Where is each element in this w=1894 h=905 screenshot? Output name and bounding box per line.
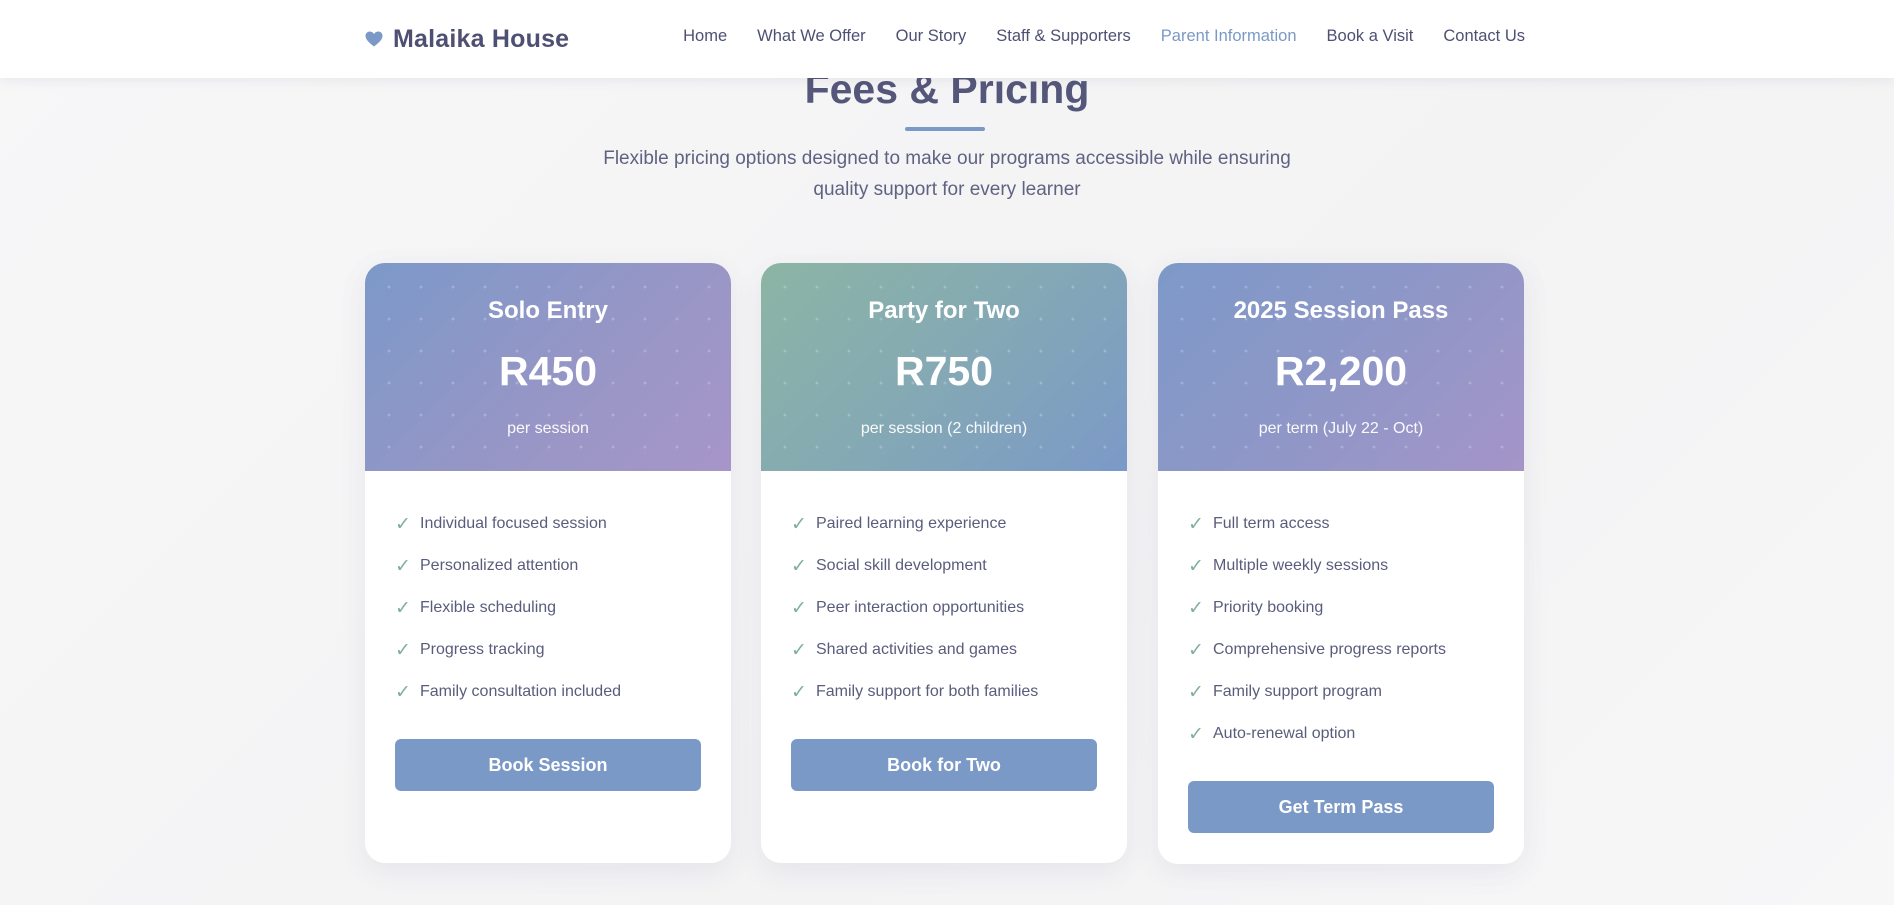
check-icon: ✓	[1188, 723, 1204, 745]
feature-text: Auto-renewal option	[1213, 725, 1356, 742]
feature-item: ✓ Peer interaction opportunities	[791, 587, 1107, 629]
feature-text: Personalized attention	[420, 557, 579, 574]
feature-text: Flexible scheduling	[420, 599, 557, 616]
feature-item: ✓ Individual focused session	[395, 503, 711, 545]
check-icon: ✓	[1188, 639, 1204, 661]
feature-item: ✓ Multiple weekly sessions	[1188, 545, 1504, 587]
check-icon: ✓	[791, 555, 807, 577]
feature-item: ✓ Priority booking	[1188, 587, 1504, 629]
book-for-two-button[interactable]: Book for Two	[791, 739, 1097, 791]
plan-price: R750	[894, 348, 993, 394]
feature-text: Multiple weekly sessions	[1213, 557, 1389, 574]
feature-text: Paired learning experience	[816, 515, 1007, 532]
check-icon: ✓	[1188, 681, 1204, 703]
check-icon: ✓	[395, 513, 411, 535]
feature-text: Family support for both families	[816, 683, 1039, 700]
check-icon: ✓	[1188, 555, 1204, 577]
check-icon: ✓	[1188, 597, 1204, 619]
nav-home[interactable]: Home	[683, 27, 727, 46]
site-header: Malaika House Home What We Offer Our Sto…	[0, 0, 1894, 78]
subtitle-line-2: quality support for every learner	[813, 179, 1081, 200]
feature-item: ✓ Full term access	[1188, 503, 1504, 545]
check-icon: ✓	[791, 513, 807, 535]
check-icon: ✓	[791, 681, 807, 703]
card-header: 2025 Session Pass R2,200 per term (July …	[1158, 263, 1524, 471]
plan-period: per session (2 children)	[860, 420, 1028, 437]
check-icon: ✓	[395, 639, 411, 661]
feature-item: ✓ Paired learning experience	[791, 503, 1107, 545]
book-session-button[interactable]: Book Session	[395, 739, 701, 791]
feature-list: ✓ Individual focused session ✓ Personalize…	[395, 503, 711, 713]
check-icon: ✓	[395, 597, 411, 619]
nav-book-a-visit[interactable]: Book a Visit	[1327, 27, 1414, 46]
feature-item: ✓ Social skill development	[791, 545, 1107, 587]
check-icon: ✓	[395, 681, 411, 703]
feature-text: Family consultation included	[420, 683, 621, 700]
feature-item: ✓ Comprehensive progress reports	[1188, 629, 1504, 671]
nav-parent-information[interactable]: Parent Information	[1161, 27, 1297, 46]
feature-item: ✓ Personalized attention	[395, 545, 711, 587]
card-header: Party for Two R750 per session (2 childr…	[761, 263, 1127, 471]
feature-text: Priority booking	[1213, 599, 1324, 616]
plan-name: Solo Entry	[487, 297, 608, 324]
brand-name: Malaika House	[393, 24, 570, 53]
nav-staff-supporters[interactable]: Staff & Supporters	[996, 27, 1131, 46]
nav-contact-us[interactable]: Contact Us	[1443, 27, 1525, 46]
heart-icon	[365, 31, 383, 47]
get-term-pass-button[interactable]: Get Term Pass	[1188, 781, 1494, 833]
check-icon: ✓	[395, 555, 411, 577]
check-icon: ✓	[1188, 513, 1204, 535]
feature-item: ✓ Flexible scheduling	[395, 587, 711, 629]
plan-price: R450	[498, 348, 597, 394]
feature-text: Peer interaction opportunities	[816, 599, 1025, 616]
subtitle-line-1: Flexible pricing options designed to mak…	[603, 148, 1291, 169]
plan-price: R2,200	[1274, 348, 1408, 394]
feature-item: ✓ Progress tracking	[395, 629, 711, 671]
main-nav: Home What We Offer Our Story Staff & Sup…	[683, 27, 1525, 46]
plan-period: per session	[507, 420, 589, 437]
nav-what-we-offer[interactable]: What We Offer	[757, 27, 866, 46]
nav-our-story[interactable]: Our Story	[896, 27, 967, 46]
pricing-card-party-for-two: Party for Two R750 per session (2 childr…	[761, 263, 1127, 863]
feature-text: Social skill development	[816, 557, 987, 574]
pricing-card-solo-entry: Solo Entry R450 per session ✓ Individual …	[365, 263, 731, 863]
feature-item: ✓ Family support program	[1188, 671, 1504, 713]
check-icon: ✓	[791, 639, 807, 661]
feature-text: Individual focused session	[420, 515, 607, 532]
feature-item: ✓ Shared activities and games	[791, 629, 1107, 671]
feature-item: ✓ Family consultation included	[395, 671, 711, 713]
section-subtitle: Flexible pricing options designed to mak…	[577, 143, 1317, 205]
plan-name: 2025 Session Pass	[1233, 297, 1449, 324]
check-icon: ✓	[791, 597, 807, 619]
feature-item: ✓ Family support for both families	[791, 671, 1107, 713]
plan-name: Party for Two	[868, 297, 1020, 324]
feature-list: ✓ Full term access ✓ Multiple weekly sessi…	[1188, 503, 1504, 755]
feature-text: Family support program	[1213, 683, 1382, 700]
title-underline	[905, 127, 985, 131]
feature-text: Comprehensive progress reports	[1213, 641, 1446, 658]
feature-text: Shared activities and games	[816, 641, 1017, 658]
brand-logo[interactable]: Malaika House	[365, 22, 569, 56]
feature-text: Progress tracking	[420, 641, 545, 658]
feature-text: Full term access	[1213, 515, 1330, 532]
feature-list: ✓ Paired learning experience ✓ Social skil…	[791, 503, 1107, 713]
card-header: Solo Entry R450 per session	[365, 263, 731, 471]
feature-item: ✓ Auto-renewal option	[1188, 713, 1504, 755]
plan-period: per term (July 22 - Oct)	[1258, 420, 1424, 437]
pricing-card-session-pass: 2025 Session Pass R2,200 per term (July …	[1158, 263, 1524, 864]
